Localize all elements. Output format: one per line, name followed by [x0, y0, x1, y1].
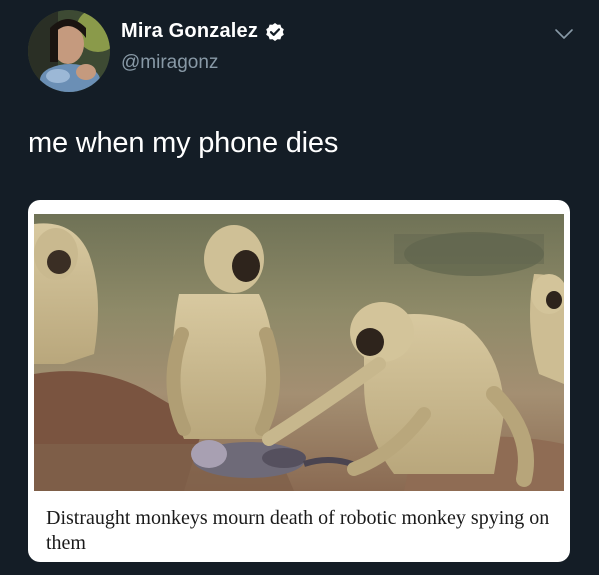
avatar-image — [28, 10, 110, 92]
verified-badge-icon — [266, 22, 284, 41]
author-name[interactable]: Mira Gonzalez — [121, 20, 258, 43]
author-handle[interactable]: @miragonz — [121, 52, 218, 74]
tweet-media-card[interactable]: Distraught monkeys mourn death of roboti… — [28, 200, 570, 562]
chevron-down-icon[interactable] — [553, 26, 575, 42]
card-headline[interactable]: Distraught monkeys mourn death of roboti… — [46, 506, 566, 556]
tweet-text: me when my phone dies — [28, 127, 339, 159]
author-name-row[interactable]: Mira Gonzalez — [121, 20, 285, 43]
monkeys-photo — [34, 214, 564, 491]
avatar[interactable] — [28, 10, 110, 92]
